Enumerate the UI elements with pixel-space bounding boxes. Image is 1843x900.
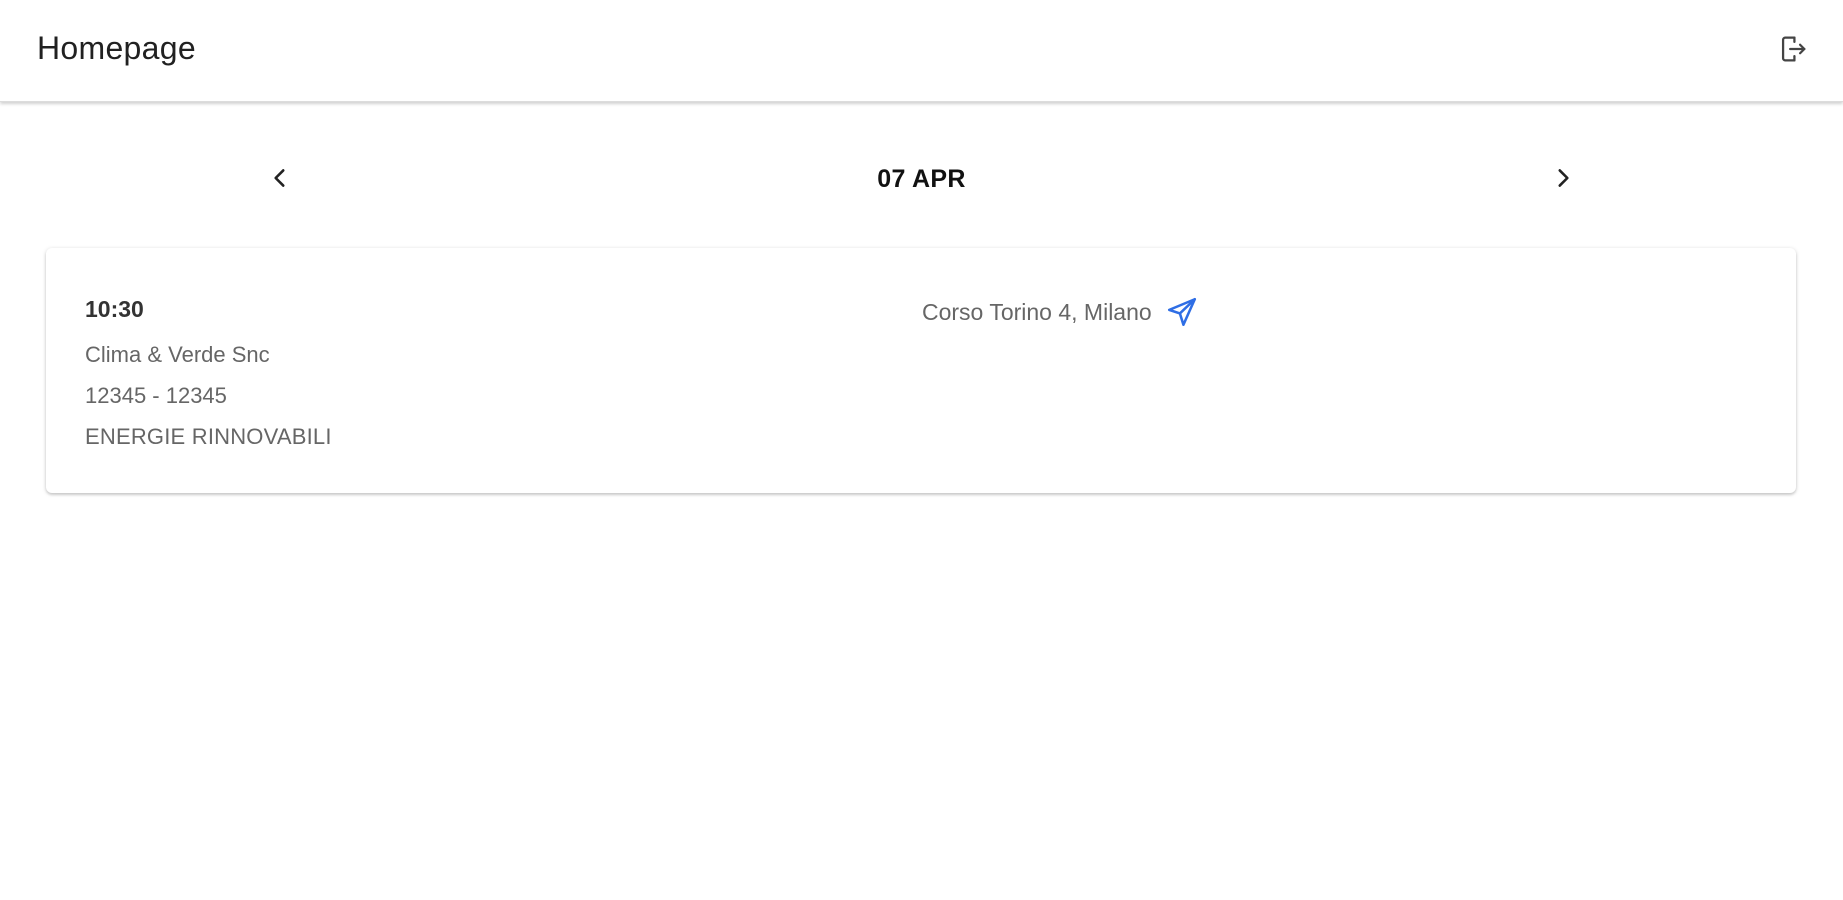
app-header: Homepage xyxy=(0,0,1843,102)
address-text: Corso Torino 4, Milano xyxy=(922,298,1152,325)
appointment-card[interactable]: 10:30 Clima & Verde Snc 12345 - 12345 EN… xyxy=(46,248,1796,493)
appointment-time: 10:30 xyxy=(85,296,144,322)
appointment-address: Corso Torino 4, Milano xyxy=(922,294,1200,330)
logout-button[interactable] xyxy=(1773,31,1813,71)
navigation-arrow-icon[interactable] xyxy=(1164,294,1200,330)
logout-icon xyxy=(1776,32,1810,71)
date-navigator: 07 APR xyxy=(0,150,1843,210)
appointment-code: 12345 - 12345 xyxy=(85,383,227,408)
page-title: Homepage xyxy=(37,30,196,66)
appointment-category: ENERGIE RINNOVABILI xyxy=(85,424,332,449)
appointment-company: Clima & Verde Snc xyxy=(85,342,270,367)
next-day-button[interactable] xyxy=(1545,162,1581,198)
chevron-right-icon xyxy=(1550,165,1576,196)
